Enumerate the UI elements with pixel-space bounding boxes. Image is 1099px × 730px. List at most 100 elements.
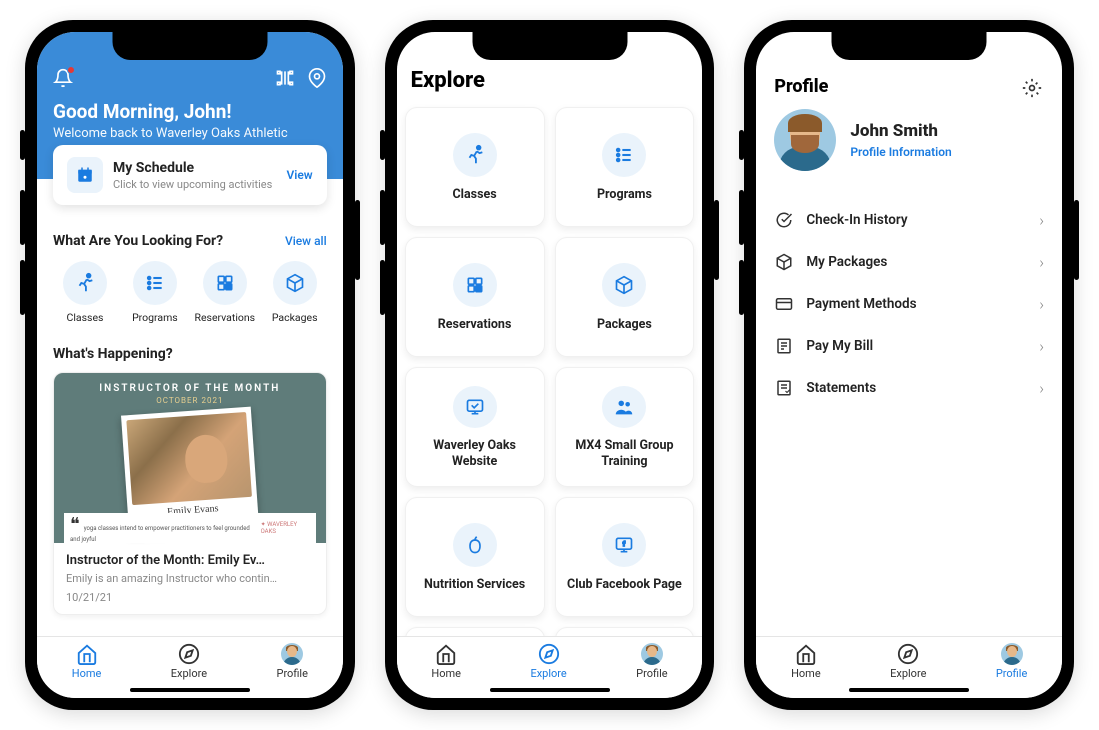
profile-info-link[interactable]: Profile Information [850, 145, 951, 159]
welcome-text: Welcome back to Waverley Oaks Athletic [53, 126, 327, 141]
banner-heading: INSTRUCTOR OF THE MONTH [99, 383, 280, 394]
people-icon [613, 396, 635, 418]
phone-explore: Explore Classes Programs Reservations Pa… [385, 20, 715, 710]
greeting-text: Good Morning, John! [53, 100, 327, 123]
category-reservations[interactable]: Reservations [193, 261, 257, 324]
nav-profile[interactable]: Profile [996, 643, 1027, 680]
category-packages[interactable]: Packages [263, 261, 327, 324]
view-all-link[interactable]: View all [285, 234, 327, 248]
settings-button[interactable] [1022, 78, 1042, 102]
nav-profile[interactable]: Profile [277, 643, 308, 680]
user-name: John Smith [850, 121, 951, 141]
phone-profile: Profile John Smith Profile Information C… [744, 20, 1074, 710]
card-description: Emily is an amazing Instructor who conti… [66, 572, 314, 585]
row-statements[interactable]: Statements › [774, 367, 1044, 409]
package-icon [775, 253, 793, 271]
chevron-right-icon: › [1039, 337, 1044, 356]
tile-packages[interactable]: Packages [555, 237, 695, 357]
nav-label: Home [431, 667, 461, 680]
brand-text: WAVERLEY OAKS [261, 521, 298, 535]
category-label: Classes [67, 311, 104, 324]
quote-text: yoga classes intend to empower practitio… [70, 525, 250, 543]
row-label: Check-In History [806, 212, 1027, 228]
nav-label: Explore [890, 667, 926, 680]
chevron-right-icon: › [1039, 211, 1044, 230]
tile-label: Waverley Oaks Website [414, 438, 536, 471]
category-label: Packages [272, 311, 318, 324]
document-icon [775, 379, 793, 397]
tile-label: Packages [597, 317, 652, 333]
tile-mx4-training[interactable]: MX4 Small Group Training [555, 367, 695, 487]
row-checkin-history[interactable]: Check-In History › [774, 199, 1044, 241]
nav-home[interactable]: Home [431, 643, 461, 680]
package-icon [285, 273, 305, 293]
nav-explore[interactable]: Explore [890, 643, 926, 680]
row-label: My Packages [806, 254, 1027, 270]
list-icon [145, 273, 165, 293]
package-icon [614, 275, 634, 295]
tile-placeholder[interactable] [405, 627, 545, 636]
nav-label: Explore [530, 667, 566, 680]
tile-label: MX4 Small Group Training [564, 438, 686, 471]
category-label: Reservations [194, 311, 255, 324]
calendar-icon [76, 166, 94, 184]
chevron-right-icon: › [1039, 295, 1044, 314]
nav-label: Explore [171, 667, 207, 680]
tile-website[interactable]: Waverley Oaks Website [405, 367, 545, 487]
schedule-view-link[interactable]: View [286, 168, 312, 182]
list-icon [614, 145, 634, 165]
chevron-right-icon: › [1039, 253, 1044, 272]
tile-label: Club Facebook Page [567, 577, 682, 593]
nav-home[interactable]: Home [72, 643, 102, 680]
happening-title: What's Happening? [53, 346, 327, 362]
tile-placeholder[interactable] [555, 627, 695, 636]
tile-nutrition[interactable]: Nutrition Services [405, 497, 545, 617]
grid-icon [215, 273, 235, 293]
tile-label: Classes [452, 187, 496, 203]
apple-icon [465, 535, 485, 555]
phone-home: Good Morning, John! Welcome back to Wave… [25, 20, 355, 710]
category-classes[interactable]: Classes [53, 261, 117, 324]
card-title: Instructor of the Month: Emily Ev… [66, 553, 314, 568]
nav-home[interactable]: Home [791, 643, 821, 680]
nav-label: Profile [636, 667, 667, 680]
nav-label: Home [72, 667, 102, 680]
banner-subheading: OCTOBER 2021 [156, 396, 223, 405]
monitor-icon: f [614, 535, 634, 555]
avatar-icon [281, 643, 303, 665]
tile-programs[interactable]: Programs [555, 107, 695, 227]
avatar [774, 109, 836, 171]
location-icon[interactable] [307, 68, 327, 88]
tile-classes[interactable]: Classes [405, 107, 545, 227]
tile-label: Nutrition Services [424, 577, 525, 593]
avatar-icon [1001, 643, 1023, 665]
barcode-icon[interactable] [275, 68, 295, 88]
avatar-icon [641, 643, 663, 665]
tile-reservations[interactable]: Reservations [405, 237, 545, 357]
nav-label: Home [791, 667, 821, 680]
gear-icon [1022, 78, 1042, 98]
my-schedule-card[interactable]: My Schedule Click to view upcoming activ… [53, 145, 327, 205]
home-icon [76, 643, 98, 665]
row-label: Payment Methods [806, 296, 1027, 312]
schedule-subtitle: Click to view upcoming activities [113, 178, 276, 191]
category-label: Programs [132, 311, 178, 324]
compass-icon [897, 643, 919, 665]
notifications-button[interactable] [53, 68, 73, 92]
row-my-packages[interactable]: My Packages › [774, 241, 1044, 283]
category-programs[interactable]: Programs [123, 261, 187, 324]
receipt-icon [775, 337, 793, 355]
nav-profile[interactable]: Profile [636, 643, 667, 680]
tile-label: Programs [597, 187, 652, 203]
nav-explore[interactable]: Explore [530, 643, 566, 680]
notification-badge [67, 66, 75, 74]
schedule-title: My Schedule [113, 160, 276, 176]
running-icon [74, 272, 96, 294]
tile-facebook[interactable]: f Club Facebook Page [555, 497, 695, 617]
row-pay-my-bill[interactable]: Pay My Bill › [774, 325, 1044, 367]
monitor-icon [465, 397, 485, 417]
nav-explore[interactable]: Explore [171, 643, 207, 680]
happening-card[interactable]: INSTRUCTOR OF THE MONTH OCTOBER 2021 Emi… [53, 372, 327, 615]
card-image: INSTRUCTOR OF THE MONTH OCTOBER 2021 Emi… [54, 373, 326, 543]
row-payment-methods[interactable]: Payment Methods › [774, 283, 1044, 325]
